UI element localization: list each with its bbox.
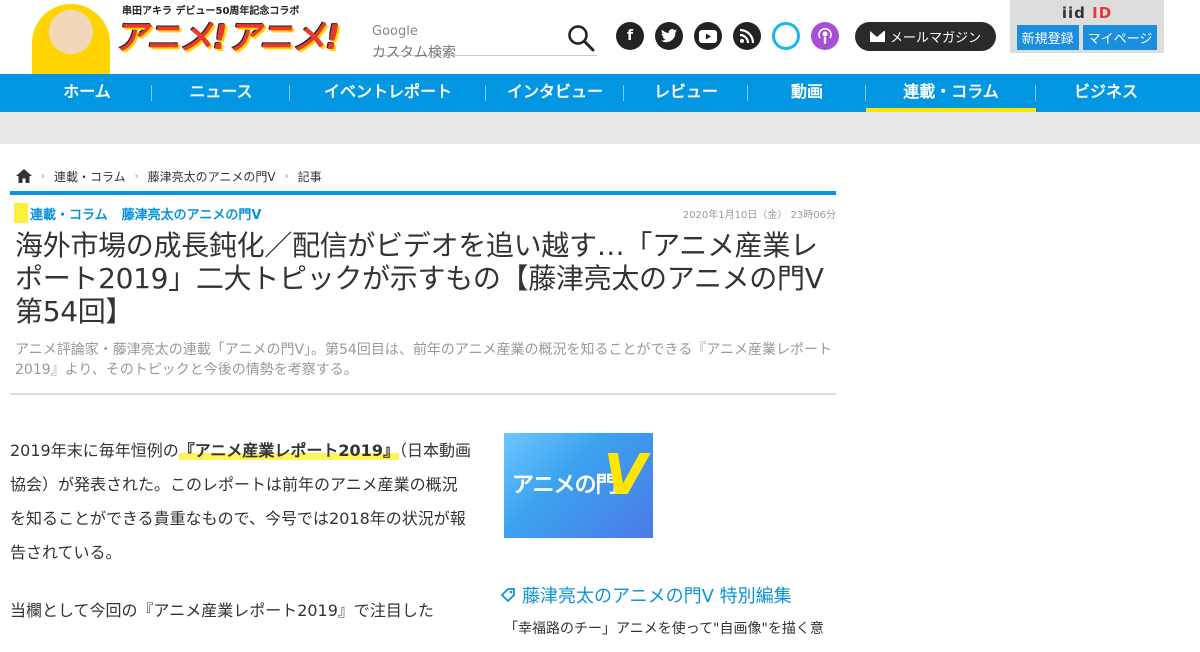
rss-icon[interactable] (733, 22, 761, 50)
newsletter-label: メールマガジン (889, 31, 981, 46)
nav-item[interactable]: ニュース (152, 74, 290, 112)
divider (10, 393, 836, 395)
podcast-icon[interactable] (811, 22, 839, 50)
nav-item[interactable]: ホーム (22, 74, 152, 112)
thumbnail-text: アニメの門 (512, 473, 618, 498)
related-article-link[interactable]: 「幸福路のチー」アニメを使って"自画像"を描く意 (504, 618, 836, 638)
chevron-right-icon: › (284, 170, 289, 182)
site-header: 串田アキラ デビュー50周年記念コラボ アニメ!アニメ! Google f メー… (0, 0, 1200, 74)
series-link[interactable]: 藤津亮太のアニメの門V (122, 204, 262, 223)
home-icon[interactable] (16, 169, 32, 183)
article-content: › 連載・コラム › 藤津亮太のアニメの門V › 記事 連載・コラム 藤津亮太の… (10, 144, 836, 637)
iid-logo: iid ID (1061, 4, 1113, 22)
nav-item[interactable]: 動画 (748, 74, 866, 112)
logo-character (32, 4, 110, 74)
search-icon[interactable] (567, 24, 595, 52)
publish-date: 2020年1月10日（金） 23時06分 (682, 209, 836, 221)
ad-band (0, 112, 1200, 144)
mail-icon (869, 31, 885, 42)
register-button[interactable]: 新規登録 (1016, 25, 1079, 50)
main-nav: ホーム ニュース イベントレポート インタビュー レビュー 動画 連載・コラム ビジネス (0, 74, 1200, 112)
chevron-right-icon: › (134, 170, 139, 182)
breadcrumb-current: 記事 (297, 169, 322, 184)
nav-item[interactable]: イベントレポート (290, 74, 486, 112)
thumbnail-v: V (603, 443, 647, 508)
search-box: Google (372, 20, 597, 67)
nav-item[interactable]: ビジネス (1036, 74, 1176, 112)
breadcrumb-category[interactable]: 連載・コラム (54, 168, 126, 185)
site-logo[interactable]: 串田アキラ デビュー50周年記念コラボ アニメ!アニメ! (24, 0, 354, 74)
divider (10, 191, 836, 195)
breadcrumb-series[interactable]: 藤津亮太のアニメの門V (148, 168, 276, 185)
article-meta: 連載・コラム 藤津亮太のアニメの門V 2020年1月10日（金） 23時06分 (10, 203, 836, 223)
nav-item[interactable]: 連載・コラム (866, 74, 1036, 112)
twitter-icon[interactable] (655, 22, 683, 50)
highlight-link[interactable]: 『アニメ産業レポート2019』 (178, 441, 399, 460)
article-lead: アニメ評論家・藤津亮太の連載「アニメの門V」。第54回目は、前年のアニメ産業の概… (15, 342, 832, 378)
category-link[interactable]: 連載・コラム (30, 204, 108, 223)
special-feature-label: 藤津亮太のアニメの門V 特別編集 (522, 586, 792, 607)
alexa-icon[interactable] (772, 22, 800, 50)
tag-icon (500, 588, 515, 603)
chevron-right-icon: › (41, 170, 45, 182)
mypage-button[interactable]: マイページ (1082, 25, 1158, 50)
youtube-icon[interactable] (694, 22, 722, 50)
newsletter-button[interactable]: メールマガジン (855, 22, 996, 51)
nav-item[interactable]: レビュー (624, 74, 748, 112)
google-label: Google (372, 24, 418, 39)
logo-text: アニメ!アニメ! (114, 18, 341, 58)
series-thumbnail[interactable]: アニメの門 V (504, 433, 653, 538)
article-title: 海外市場の成長鈍化／配信がビデオを追い越す…「アニメ産業レポート2019」二大ト… (15, 229, 824, 328)
nav-item[interactable]: インタビュー (486, 74, 624, 112)
paragraph: 2019年末に毎年恒例の『アニメ産業レポート2019』（日本動画協会）が発表され… (10, 441, 471, 562)
social-links: f (616, 22, 839, 50)
category-marker (14, 203, 28, 223)
special-feature-link[interactable]: 藤津亮太のアニメの門V 特別編集 (500, 582, 792, 608)
breadcrumb: › 連載・コラム › 藤津亮太のアニメの門V › 記事 (10, 167, 836, 185)
facebook-icon[interactable]: f (616, 22, 644, 50)
search-input[interactable] (372, 39, 557, 67)
article-body: 2019年末に毎年恒例の『アニメ産業レポート2019』（日本動画協会）が発表され… (10, 434, 472, 652)
iid-login-box: iid ID 新規登録 マイページ (1010, 0, 1164, 53)
paragraph: 当欄として今回の『アニメ産業レポート2019』で注目した (10, 601, 434, 620)
